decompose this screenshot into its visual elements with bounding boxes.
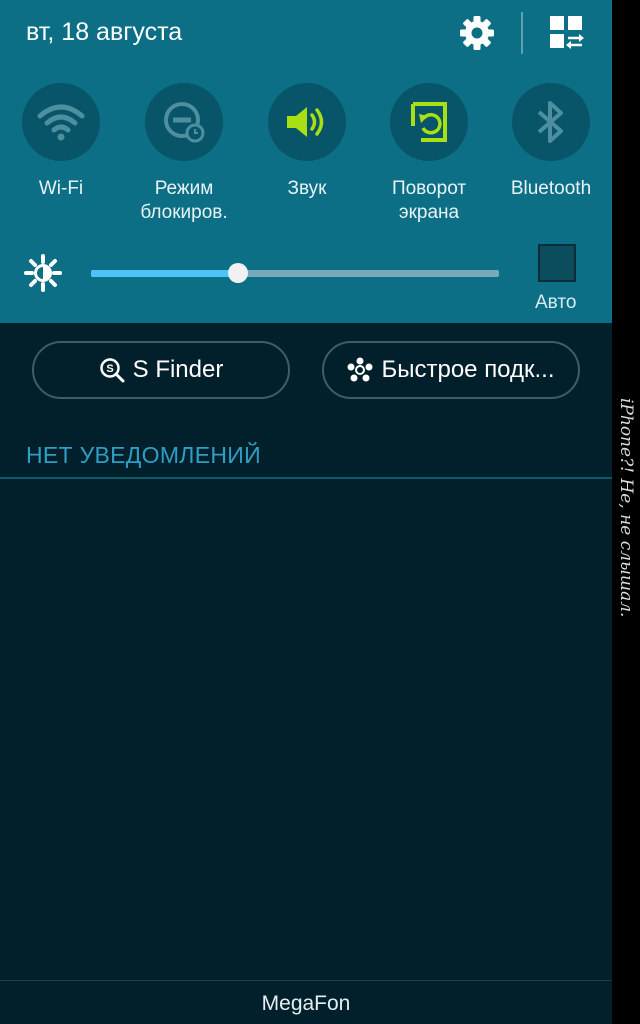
toggle-bluetooth-circle [512, 83, 590, 161]
auto-brightness-label: Авто [535, 292, 577, 313]
toggle-sound-label: Звук [287, 178, 327, 199]
toggle-blocking-mode[interactable]: Режим блокиров. [124, 83, 244, 225]
quick-connect-button[interactable]: Быстрое подк... [322, 341, 580, 399]
s-finder-icon: S [99, 358, 125, 383]
auto-brightness-checkbox[interactable] [538, 244, 576, 282]
toggle-sound-circle [268, 83, 346, 161]
wifi-icon [37, 104, 85, 141]
brightness-slider-thumb[interactable] [227, 263, 248, 283]
date-label: вт, 18 августа [26, 18, 183, 46]
header-divider [521, 12, 523, 54]
bluetooth-icon [537, 101, 563, 143]
gear-icon[interactable] [456, 12, 498, 54]
speaker-icon [287, 107, 324, 137]
watermark-caption: iPhone?! Не, не слышал. [616, 398, 636, 618]
grid-icon[interactable] [548, 14, 586, 52]
s-finder-button[interactable]: S S Finder [32, 341, 290, 399]
toggle-blocking-circle [145, 83, 223, 161]
brightness-slider[interactable] [91, 263, 499, 283]
no-notifications-label: НЕТ УВЕДОМЛЕНИЙ [26, 442, 261, 468]
quick-connect-icon [347, 357, 373, 382]
s-finder-label: S Finder [132, 356, 224, 383]
toggle-rotation-circle [390, 83, 468, 161]
toggle-bluetooth[interactable]: Bluetooth [491, 83, 611, 201]
footer-divider [0, 980, 612, 981]
brightness-slider-fill [91, 270, 238, 277]
toggle-wifi[interactable]: Wi-Fi [1, 83, 121, 201]
quick-settings-area: вт, 18 августа Wi-Fi Режим блокиров. Зву… [0, 0, 612, 323]
toggle-sound[interactable]: Звук [247, 83, 367, 201]
carrier-label: MegaFon [261, 992, 351, 1015]
toggle-wifi-circle [22, 83, 100, 161]
brightness-icon [24, 254, 62, 292]
quick-connect-label: Быстрое подк... [381, 356, 555, 383]
toggle-screen-rotation[interactable]: Поворот экрана [369, 83, 489, 225]
blocking-mode-icon [164, 102, 205, 143]
svg-text:S: S [106, 363, 113, 375]
toggle-bluetooth-label: Bluetooth [510, 178, 592, 199]
toggle-blocking-label: Режим блокиров. [140, 178, 228, 223]
rotate-screen-icon [411, 102, 447, 142]
notification-panel: вт, 18 августа Wi-Fi Режим блокиров. Зву… [0, 0, 612, 1024]
toggle-rotation-label: Поворот экрана [391, 178, 467, 223]
section-divider [0, 477, 612, 479]
toggle-wifi-label: Wi-Fi [38, 178, 84, 199]
